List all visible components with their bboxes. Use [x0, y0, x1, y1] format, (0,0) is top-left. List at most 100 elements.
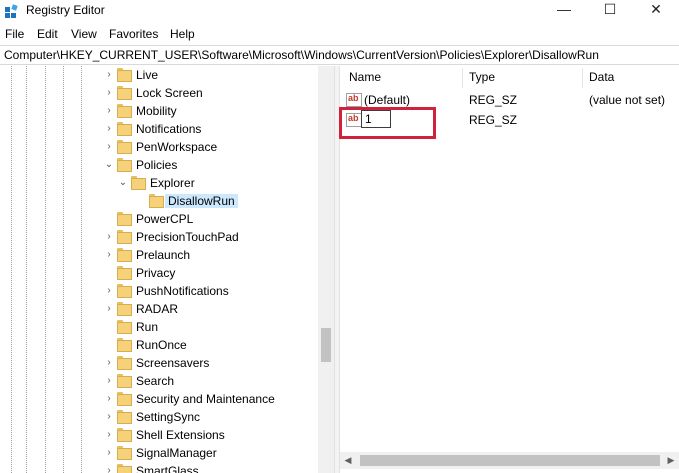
column-data-header[interactable]: Data — [589, 66, 614, 88]
minimize-button[interactable]: — — [541, 0, 587, 22]
chevron-right-icon[interactable]: › — [104, 282, 114, 300]
tree-item[interactable]: › Screensavers — [0, 354, 318, 372]
tree-item-label: Security and Maintenance — [136, 392, 275, 406]
tree-item[interactable]: › PrecisionTouchPad — [0, 228, 318, 246]
tree-item[interactable]: PowerCPL — [0, 210, 318, 228]
tree-item-label: SmartGlass — [136, 464, 199, 473]
tree-item-label: Screensavers — [136, 356, 210, 370]
menu-favorites[interactable]: Favorites — [109, 27, 158, 41]
chevron-down-icon[interactable]: ⌄ — [118, 174, 128, 192]
tree-item[interactable]: › SignalManager — [0, 444, 318, 462]
menu-file[interactable]: File — [5, 27, 24, 41]
menu-help[interactable]: Help — [170, 27, 195, 41]
chevron-down-icon[interactable]: ⌄ — [104, 156, 114, 174]
folder-icon — [117, 230, 132, 244]
values-horizontal-scrollbar[interactable]: ◀ ▶ — [340, 452, 679, 469]
menu-view[interactable]: View — [71, 27, 97, 41]
tree-item[interactable]: ⌄ Policies — [0, 156, 318, 174]
folder-icon — [117, 248, 132, 262]
tree-item[interactable]: › Live — [0, 66, 318, 84]
tree-item[interactable]: › Prelaunch — [0, 246, 318, 264]
value-name: (Default) — [364, 93, 411, 107]
string-value-icon: ab — [346, 93, 362, 107]
folder-icon — [117, 392, 132, 406]
address-path: Computer\HKEY_CURRENT_USER\Software\Micr… — [4, 48, 599, 62]
tree-item-label: SignalManager — [136, 446, 217, 460]
close-button[interactable]: ✕ — [633, 0, 679, 22]
folder-icon — [117, 284, 132, 298]
folder-icon — [117, 302, 132, 316]
tree-item[interactable]: › Mobility — [0, 102, 318, 120]
column-name-header[interactable]: Name — [349, 66, 381, 88]
tree-item[interactable]: › Security and Maintenance — [0, 390, 318, 408]
column-divider[interactable] — [582, 68, 583, 88]
tree-item[interactable]: › PenWorkspace — [0, 138, 318, 156]
tree-connector — [104, 336, 114, 354]
column-type-header[interactable]: Type — [469, 66, 495, 88]
folder-icon — [117, 428, 132, 442]
chevron-right-icon[interactable]: › — [104, 354, 114, 372]
chevron-right-icon[interactable]: › — [104, 84, 114, 102]
tree-item-label: SettingSync — [136, 410, 201, 424]
tree-item[interactable]: › SmartGlass — [0, 462, 318, 473]
address-bar[interactable]: Computer\HKEY_CURRENT_USER\Software\Micr… — [0, 45, 679, 65]
chevron-right-icon[interactable]: › — [104, 246, 114, 264]
chevron-right-icon[interactable]: › — [104, 390, 114, 408]
tree-scrollbar[interactable] — [318, 66, 334, 473]
tree-item-label: Privacy — [136, 266, 176, 280]
tree-item[interactable]: › Notifications — [0, 120, 318, 138]
tree-item[interactable]: Run — [0, 318, 318, 336]
scroll-right-arrow[interactable]: ▶ — [663, 452, 679, 469]
folder-icon — [117, 356, 132, 370]
tree-scroll-thumb[interactable] — [321, 328, 331, 362]
chevron-right-icon[interactable]: › — [104, 138, 114, 156]
tree-item[interactable]: › Search — [0, 372, 318, 390]
tree-item-label: DisallowRun — [165, 194, 238, 208]
value-type: REG_SZ — [469, 93, 518, 107]
column-divider[interactable] — [462, 68, 463, 88]
tree-item[interactable]: › Shell Extensions — [0, 426, 318, 444]
tree-item[interactable]: › Lock Screen — [0, 84, 318, 102]
folder-icon — [117, 464, 132, 473]
key-tree[interactable]: › Live › Lock Screen › Mobility › Notifications… — [0, 66, 334, 473]
folder-icon — [117, 68, 132, 82]
folder-icon — [117, 140, 132, 154]
folder-icon — [149, 194, 164, 208]
horizontal-scroll-thumb[interactable] — [360, 455, 660, 466]
chevron-right-icon[interactable]: › — [104, 372, 114, 390]
tree-item[interactable]: ⌄ Explorer — [0, 174, 318, 192]
folder-icon — [117, 122, 132, 136]
tree-item-label: Explorer — [150, 176, 195, 190]
tree-item[interactable]: Privacy — [0, 264, 318, 282]
folder-icon — [117, 266, 132, 280]
folder-icon — [117, 320, 132, 334]
chevron-right-icon[interactable]: › — [104, 228, 114, 246]
tree-item-label: Shell Extensions — [136, 428, 225, 442]
tree-item-label: Run — [136, 320, 159, 334]
tree-item[interactable]: › SettingSync — [0, 408, 318, 426]
chevron-right-icon[interactable]: › — [104, 102, 114, 120]
tree-item[interactable]: › PushNotifications — [0, 282, 318, 300]
menu-edit[interactable]: Edit — [37, 27, 58, 41]
tree-connector — [104, 210, 114, 228]
scroll-left-arrow[interactable]: ◀ — [340, 452, 356, 469]
chevron-right-icon[interactable]: › — [104, 444, 114, 462]
folder-icon — [117, 86, 132, 100]
folder-icon — [117, 338, 132, 352]
tree-item-label: Live — [136, 68, 159, 82]
tree-item-label: PowerCPL — [136, 212, 194, 226]
chevron-right-icon[interactable]: › — [104, 408, 114, 426]
registry-editor-icon — [5, 4, 18, 18]
chevron-right-icon[interactable]: › — [104, 66, 114, 84]
chevron-right-icon[interactable]: › — [104, 120, 114, 138]
chevron-right-icon[interactable]: › — [104, 462, 114, 473]
folder-icon — [117, 446, 132, 460]
tree-item[interactable]: › RADAR — [0, 300, 318, 318]
chevron-right-icon[interactable]: › — [104, 300, 114, 318]
tree-item[interactable]: RunOnce — [0, 336, 318, 354]
chevron-right-icon[interactable]: › — [104, 426, 114, 444]
tree-item-label: PushNotifications — [136, 284, 229, 298]
maximize-button[interactable]: ☐ — [587, 0, 633, 22]
tree-item-label: Search — [136, 374, 175, 388]
tree-item[interactable]: DisallowRun — [0, 192, 318, 210]
